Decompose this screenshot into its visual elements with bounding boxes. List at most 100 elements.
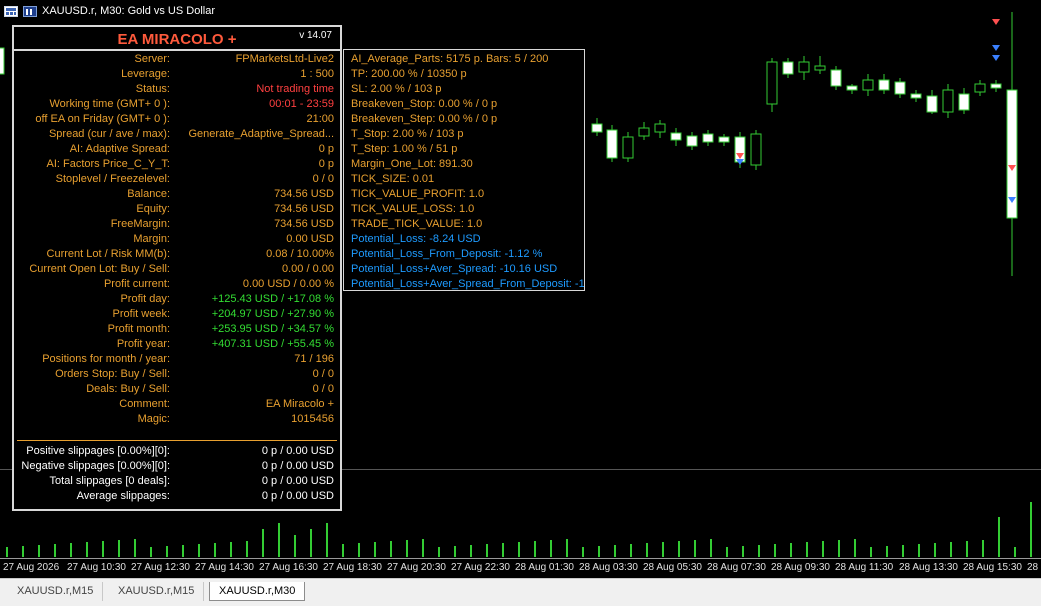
- volume-bar: [246, 541, 248, 557]
- time-axis-label: 28 Aug 13:30: [899, 562, 958, 573]
- info-row-label: Profit day:: [120, 293, 170, 305]
- volume-bar: [534, 541, 536, 557]
- slippage-row: Positive slippages [0.00%][0]: 0 p / 0.00…: [14, 444, 340, 459]
- ai-info-line: Potential_Loss+Aver_Spread: -10.16 USD: [351, 263, 558, 275]
- candle-body: [846, 85, 858, 91]
- info-row: Profit month: +253.95 USD / +34.57 %: [14, 322, 340, 337]
- volume-bar: [886, 546, 888, 557]
- time-axis-label: 28 Aug 03:30: [579, 562, 638, 573]
- slippage-label: Positive slippages [0.00%][0]:: [26, 445, 170, 457]
- candle-body: [718, 136, 730, 143]
- candle-body: [990, 83, 1002, 89]
- volume-bar: [166, 546, 168, 557]
- ai-info-line: TP: 200.00 % / 10350 p: [351, 68, 467, 80]
- ea-title: EA MIRACOLO +: [117, 31, 237, 48]
- trade-marker-icon: [992, 19, 1000, 25]
- volume-bar: [1014, 547, 1016, 557]
- ai-info-line: AI_Average_Parts: 5175 p. Bars: 5 / 200: [351, 53, 549, 65]
- info-row-value: +125.43 USD / +17.08 %: [211, 293, 334, 305]
- slippage-row: Total slippages [0 deals]: 0 p / 0.00 USD: [14, 474, 340, 489]
- info-row-value: Not trading time: [256, 83, 334, 95]
- info-row: Balance: 734.56 USD: [14, 187, 340, 202]
- ai-info-line: Margin_One_Lot: 891.30: [351, 158, 473, 170]
- info-row-value: +407.31 USD / +55.45 %: [211, 338, 334, 350]
- info-row: Deals: Buy / Sell: 0 / 0: [14, 382, 340, 397]
- info-row-value: FPMarketsLtd-Live2: [235, 53, 334, 65]
- time-axis[interactable]: 27 Aug 2026 27 Aug 10:30 27 Aug 12:30 27 Au…: [0, 558, 1041, 576]
- info-row: Working time (GMT+ 0 ): 00:01 - 23:59: [14, 97, 340, 112]
- volume-bar: [518, 542, 520, 557]
- info-row-value: 0 p: [318, 143, 334, 155]
- volume-bar: [934, 543, 936, 557]
- volume-bar: [742, 546, 744, 557]
- time-axis-label: 27 Aug 10:30: [67, 562, 126, 573]
- info-row-value: 71 / 196: [294, 353, 334, 365]
- candle-body: [798, 61, 810, 73]
- candle-body: [910, 93, 922, 99]
- info-row-label: Profit month:: [107, 323, 170, 335]
- chart-tab[interactable]: XAUUSD.r,M15: [8, 582, 104, 601]
- info-row: Server: FPMarketsLtd-Live2: [14, 52, 340, 67]
- volume-bar: [230, 542, 232, 557]
- info-row-label: Working time (GMT+ 0 ):: [49, 98, 170, 110]
- volume-bar: [598, 546, 600, 557]
- ai-info-line: SL: 2.00 % / 103 p: [351, 83, 442, 95]
- trade-marker-icon: [992, 55, 1000, 61]
- time-axis-label: 27 Aug 2026: [3, 562, 60, 573]
- info-row: off EA on Friday (GMT+ 0 ): 21:00: [14, 112, 340, 127]
- volume-bar: [38, 545, 40, 557]
- chart-tab[interactable]: XAUUSD.r,M15: [109, 582, 205, 601]
- panel-header: EA MIRACOLO + v 14.07: [14, 27, 340, 51]
- slippage-value: 0 p / 0.00 USD: [261, 475, 334, 487]
- volume-bar: [278, 523, 280, 557]
- slippage-row: Negative slippages [0.00%][0]: 0 p / 0.00…: [14, 459, 340, 474]
- volume-bar: [726, 547, 728, 557]
- time-axis-label: 28: [1027, 562, 1039, 573]
- slippage-value: 0 p / 0.00 USD: [261, 445, 334, 457]
- info-row: Stoplevel / Freezelevel: 0 / 0: [14, 172, 340, 187]
- time-axis-label: 27 Aug 18:30: [323, 562, 382, 573]
- info-row: AI: Factors Price_C_Y_T: 0 p: [14, 157, 340, 172]
- volume-bar: [390, 541, 392, 557]
- ai-info-line: TICK_VALUE_LOSS: 1.0: [351, 203, 475, 215]
- volume-bar: [6, 547, 8, 557]
- info-row-label: Current Open Lot: Buy / Sell:: [29, 263, 170, 275]
- candle-body: [974, 83, 986, 93]
- info-row-label: Spread (cur / ave / max):: [48, 128, 170, 140]
- info-row-value: 0.00 USD: [286, 233, 334, 245]
- info-row: Profit day: +125.43 USD / +17.08 %: [14, 292, 340, 307]
- ai-info-line: Breakeven_Stop: 0.00 % / 0 p: [351, 98, 498, 110]
- info-row-label: Margin:: [133, 233, 170, 245]
- candle-body: [606, 129, 618, 159]
- info-row-label: FreeMargin:: [110, 218, 170, 230]
- volume-bar: [870, 547, 872, 557]
- volume-bar: [422, 539, 424, 557]
- volume-bar: [374, 542, 376, 557]
- slippage-value: 0 p / 0.00 USD: [261, 460, 334, 472]
- info-row-value: +204.97 USD / +27.90 %: [211, 308, 334, 320]
- info-row-value: 734.56 USD: [274, 188, 334, 200]
- info-row-value: Generate_Adaptive_Spread...: [188, 128, 334, 140]
- volume-bar: [150, 547, 152, 557]
- info-row-label: Leverage:: [121, 68, 170, 80]
- candle-body: [814, 65, 826, 71]
- candle-body: [926, 95, 938, 113]
- volume-bar: [902, 545, 904, 557]
- volume-bar: [662, 542, 664, 557]
- price-chart[interactable]: XAUUSD.r, M30: Gold vs US Dollar 27 Aug …: [0, 0, 1041, 578]
- info-row: Profit current: 0.00 USD / 0.00 %: [14, 277, 340, 292]
- ai-info-line: Breakeven_Step: 0.00 % / 0 p: [351, 113, 498, 125]
- ai-info-panel: AI_Average_Parts: 5175 p. Bars: 5 / 200 T…: [343, 49, 585, 291]
- info-row-value: 00:01 - 23:59: [269, 98, 334, 110]
- volume-bar: [790, 543, 792, 557]
- volume-bar: [262, 529, 264, 557]
- volume-bar: [774, 544, 776, 557]
- slippage-label: Negative slippages [0.00%][0]:: [21, 460, 170, 472]
- time-axis-label: 28 Aug 09:30: [771, 562, 830, 573]
- candle-body: [862, 79, 874, 91]
- ea-info-panel: EA MIRACOLO + v 14.07 Server: FPMarketsLt…: [12, 25, 342, 511]
- chart-tab[interactable]: XAUUSD.r,M30: [209, 582, 306, 601]
- info-row-value: +253.95 USD / +34.57 %: [211, 323, 334, 335]
- volume-bar: [806, 542, 808, 557]
- info-row: Current Open Lot: Buy / Sell: 0.00 / 0.00: [14, 262, 340, 277]
